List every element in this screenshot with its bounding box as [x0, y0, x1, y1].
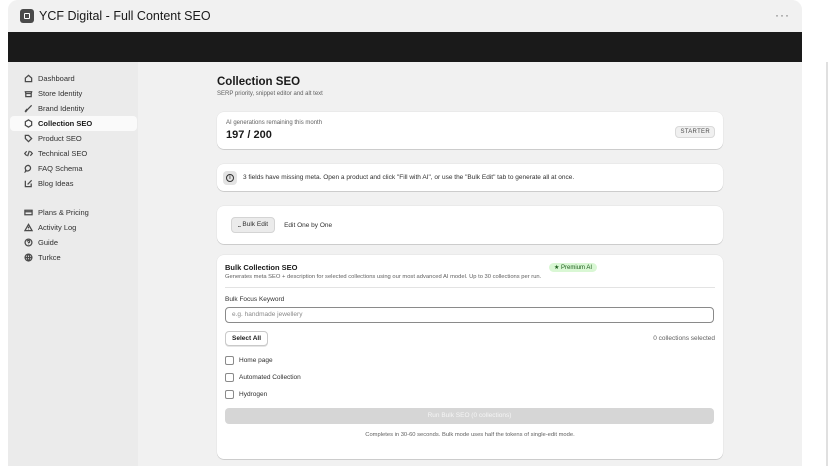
store-icon	[23, 89, 33, 99]
code-icon	[23, 149, 33, 159]
tab-bulk-edit[interactable]: ⎵ Bulk Edit	[231, 217, 276, 233]
sidebar-item-plans-pricing[interactable]: Plans & Pricing	[10, 205, 137, 220]
help-icon	[23, 238, 33, 248]
collection-icon	[23, 119, 33, 129]
banner-text: 3 fields have missing meta. Open a produ…	[243, 174, 575, 181]
sidebar-item-label: Activity Log	[38, 223, 77, 232]
plan-badge: STARTER	[675, 126, 715, 138]
info-icon: i	[223, 170, 237, 185]
list-item[interactable]: Hydrogen	[225, 386, 715, 403]
sidebar-item-store-identity[interactable]: Store Identity	[10, 86, 137, 101]
sidebar-item-label: Brand Identity	[38, 104, 85, 113]
generations-label: AI generations remaining this month	[226, 120, 323, 126]
sidebar-item-label: Technical SEO	[38, 149, 88, 158]
checkbox[interactable]	[225, 355, 234, 365]
alert-icon	[23, 223, 33, 233]
keyword-label: Bulk Focus Keyword	[225, 295, 285, 303]
sidebar-item-label: Dashboard	[38, 74, 75, 83]
sidebar-item-brand-identity[interactable]: Brand Identity	[10, 101, 137, 116]
collection-label: Hydrogen	[239, 390, 268, 398]
brush-icon	[23, 104, 33, 114]
select-all-button[interactable]: Select All	[225, 330, 269, 346]
missing-meta-banner: i 3 fields have missing meta. Open a pro…	[217, 164, 723, 191]
generations-card: AI generations remaining this month 197 …	[217, 112, 723, 149]
card-icon	[23, 208, 33, 218]
sidebar-item-label: Blog Ideas	[38, 179, 74, 188]
list-item[interactable]: Automated Collection	[225, 369, 715, 386]
list-item[interactable]: Home page	[225, 352, 715, 369]
bulk-footnote: Completes in 30-60 seconds. Bulk mode us…	[365, 431, 575, 438]
sidebar-item-label: Plans & Pricing	[38, 208, 89, 217]
sidebar-item-turkce[interactable]: Turkce	[10, 250, 137, 265]
run-bulk-seo-button[interactable]: Run Bulk SEO (0 collections)	[225, 407, 714, 424]
more-options-button[interactable]: ···	[775, 8, 790, 22]
bulk-title: Bulk Collection SEO	[225, 263, 298, 272]
bulk-description: Generates meta SEO + description for sel…	[225, 274, 542, 280]
sidebar-item-label: Store Identity	[38, 89, 83, 98]
sidebar-item-faq-schema[interactable]: FAQ Schema	[10, 161, 137, 176]
sidebar-item-label: Guide	[38, 238, 59, 247]
tab-edit-one-by-one[interactable]: Edit One by One	[278, 219, 338, 232]
titlebar: YCF Digital - Full Content SEO ···	[8, 0, 802, 32]
globe-icon	[23, 253, 33, 263]
sidebar: Dashboard Store Identity Brand Identity …	[8, 62, 138, 466]
sidebar-item-collection-seo[interactable]: Collection SEO	[10, 116, 137, 131]
app-window: YCF Digital - Full Content SEO ··· Dashb…	[8, 0, 802, 466]
sidebar-item-activity-log[interactable]: Activity Log	[10, 220, 137, 235]
app-icon	[20, 9, 34, 23]
edit-icon	[23, 179, 33, 189]
sidebar-item-guide[interactable]: Guide	[10, 235, 137, 250]
app-title: YCF Digital - Full Content SEO	[39, 9, 211, 23]
sidebar-item-label: FAQ Schema	[38, 164, 83, 173]
focus-keyword-input[interactable]: e.g. handmade jewellery	[225, 306, 714, 323]
collection-label: Home page	[239, 356, 273, 364]
sidebar-item-dashboard[interactable]: Dashboard	[10, 71, 137, 86]
collection-label: Automated Collection	[239, 373, 301, 381]
top-bar	[8, 32, 802, 62]
checkbox[interactable]	[225, 389, 234, 399]
tag-icon	[23, 134, 33, 144]
page-subtitle: SERP priority, snippet editor and alt te…	[217, 91, 323, 97]
chat-icon	[23, 164, 33, 174]
bulk-seo-card: Bulk Collection SEO ★ Premium AI Generat…	[217, 255, 723, 459]
page-title: Collection SEO	[217, 76, 301, 88]
sidebar-item-blog-ideas[interactable]: Blog Ideas	[10, 176, 137, 191]
sidebar-item-technical-seo[interactable]: Technical SEO	[10, 146, 137, 161]
premium-ai-badge: ★ Premium AI	[549, 263, 598, 272]
main-content: Collection SEO SERP priority, snippet ed…	[138, 62, 802, 466]
selected-count: 0 collections selected	[653, 334, 715, 342]
sidebar-item-label: Collection SEO	[38, 119, 93, 128]
home-icon	[23, 74, 33, 84]
generations-value: 197 / 200	[226, 129, 272, 141]
collection-list: Home page Automated Collection Hydrogen	[225, 352, 715, 403]
sidebar-item-label: Turkce	[38, 253, 61, 262]
checkbox[interactable]	[225, 372, 234, 382]
sidebar-item-product-seo[interactable]: Product SEO	[10, 131, 137, 146]
sidebar-item-label: Product SEO	[38, 134, 82, 143]
edit-mode-tabs: ⎵ Bulk Edit Edit One by One	[217, 206, 723, 244]
divider	[225, 287, 715, 288]
